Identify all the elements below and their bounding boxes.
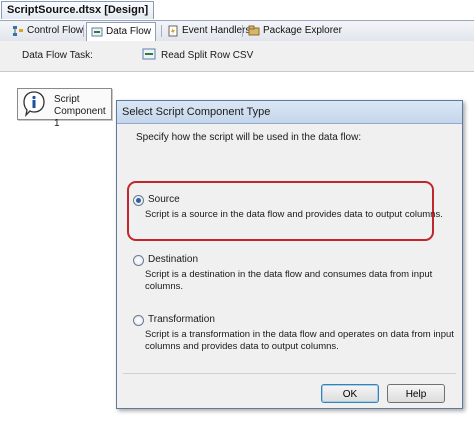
source-description: Script is a source in the data flow and … bbox=[145, 209, 443, 220]
designer-tab-strip: Control Flow Data Flow Event Handlers Pa… bbox=[0, 20, 474, 42]
destination-label[interactable]: Destination bbox=[148, 254, 198, 265]
data-flow-task-icon bbox=[142, 48, 156, 63]
data-flow-task-label: Data Flow Task: bbox=[22, 50, 93, 61]
tab-separator bbox=[83, 25, 84, 37]
tab-label: Control Flow bbox=[27, 25, 84, 36]
source-radio[interactable] bbox=[133, 195, 144, 206]
transformation-label[interactable]: Transformation bbox=[148, 314, 215, 325]
help-button[interactable]: Help bbox=[387, 384, 445, 403]
destination-radio[interactable] bbox=[133, 255, 144, 266]
tab-separator bbox=[161, 25, 162, 37]
tab-data-flow[interactable]: Data Flow bbox=[86, 22, 157, 41]
tab-control-flow[interactable]: Control Flow bbox=[8, 23, 87, 39]
dialog-footer-divider bbox=[123, 373, 456, 374]
transformation-radio[interactable] bbox=[133, 315, 144, 326]
document-tab[interactable]: ScriptSource.dtsx [Design] bbox=[1, 1, 155, 19]
dialog-title: Select Script Component Type bbox=[122, 106, 271, 118]
script-component-label: Script Component 1 bbox=[54, 94, 111, 130]
script-info-icon bbox=[22, 91, 46, 117]
script-component[interactable]: Script Component 1 bbox=[17, 88, 112, 129]
data-flow-task-value: Read Split Row CSV bbox=[161, 49, 254, 61]
transformation-description: Script is a transformation in the data f… bbox=[145, 329, 454, 352]
source-label[interactable]: Source bbox=[148, 194, 180, 205]
select-script-component-dialog: Select Script Component Type Specify how… bbox=[116, 100, 463, 409]
destination-description: Script is a destination in the data flow… bbox=[145, 269, 433, 292]
dialog-title-bar[interactable]: Select Script Component Type bbox=[117, 101, 462, 124]
data-flow-icon bbox=[91, 26, 103, 38]
tab-label: Event Handlers bbox=[182, 25, 251, 36]
tab-event-handlers[interactable]: Event Handlers bbox=[163, 23, 254, 39]
package-explorer-icon bbox=[248, 25, 260, 37]
control-flow-icon bbox=[12, 25, 24, 37]
script-component-line2: Component 1 bbox=[54, 106, 106, 129]
tab-separator bbox=[242, 25, 243, 37]
tab-label: Data Flow bbox=[106, 26, 152, 37]
event-handlers-icon bbox=[167, 25, 179, 37]
document-title-bar: ScriptSource.dtsx [Design] bbox=[0, 0, 474, 20]
ok-button[interactable]: OK bbox=[321, 384, 379, 403]
data-flow-task-selector[interactable]: Read Split Row CSV bbox=[142, 46, 472, 64]
data-flow-task-bar: Data Flow Task: Read Split Row CSV bbox=[0, 41, 474, 72]
script-component-line1: Script bbox=[54, 94, 80, 105]
dialog-prompt: Specify how the script will be used in t… bbox=[136, 132, 362, 143]
tab-label: Package Explorer bbox=[263, 25, 342, 36]
tab-package-explorer[interactable]: Package Explorer bbox=[244, 23, 346, 39]
